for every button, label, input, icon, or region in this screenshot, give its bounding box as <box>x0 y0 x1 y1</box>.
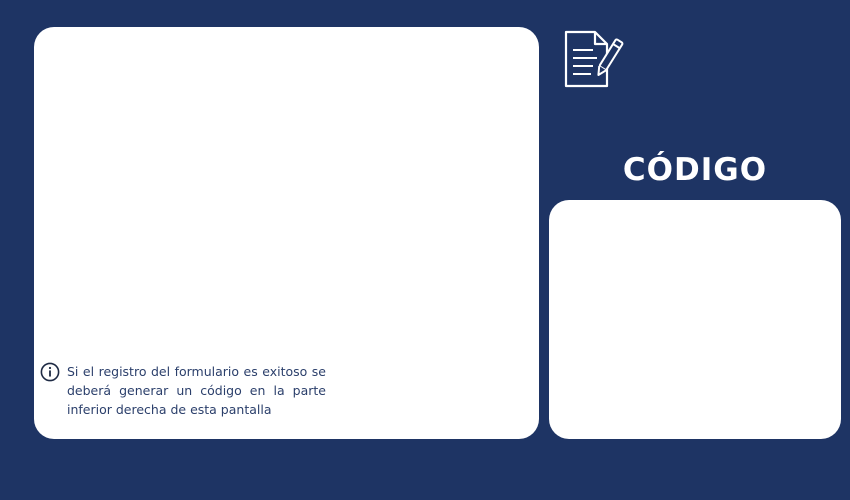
code-title: CÓDIGO <box>622 152 768 188</box>
info-message: Si el registro del formulario es exitoso… <box>67 364 326 417</box>
document-edit-icon <box>564 30 624 88</box>
code-display-panel <box>549 200 841 439</box>
info-circle-icon <box>40 362 60 382</box>
info-note: Si el registro del formulario es exitoso… <box>40 362 326 419</box>
form-panel: Si el registro del formulario es exitoso… <box>34 27 539 439</box>
